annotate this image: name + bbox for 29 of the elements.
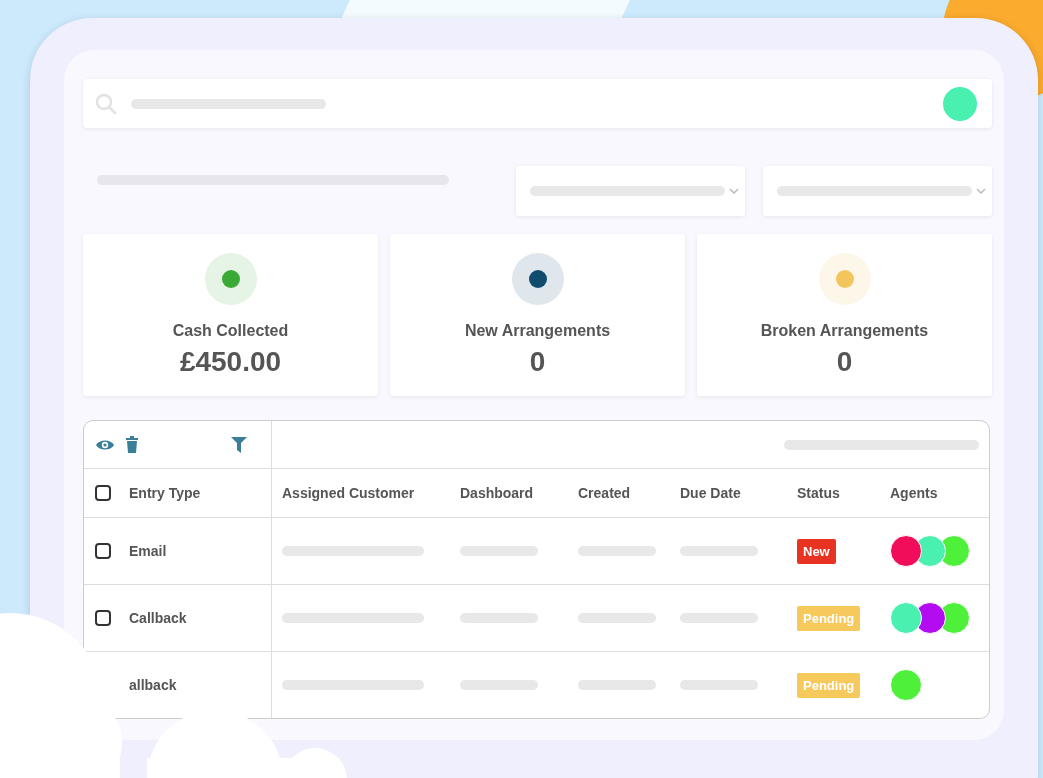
- filter-icon[interactable]: [231, 436, 247, 453]
- chevron-down-icon: [976, 188, 986, 194]
- dot-icon: [204, 253, 257, 305]
- stat-value: 0: [529, 346, 546, 378]
- column-header: Dashboard: [460, 485, 534, 501]
- column-header: Entry Type: [129, 485, 201, 501]
- checkbox[interactable]: [95, 610, 111, 626]
- column-header: Due Date: [680, 485, 741, 501]
- trash-icon[interactable]: [125, 436, 139, 453]
- table-cell: Callback: [129, 610, 187, 626]
- checkbox[interactable]: [95, 485, 111, 501]
- table-cell: Email: [129, 543, 167, 559]
- checkbox[interactable]: [95, 543, 111, 559]
- stat-label: Cash Collected: [172, 322, 289, 340]
- search-icon: [95, 92, 117, 115]
- status-badge: New: [797, 538, 836, 564]
- dot-icon: [511, 253, 564, 305]
- stat-label: Broken Arrangements: [760, 322, 929, 340]
- column-header: Status: [797, 485, 840, 501]
- status-badge: Pending: [797, 672, 861, 698]
- stat-value: £450.00: [179, 346, 282, 378]
- status-badge: Pending: [797, 605, 861, 631]
- column-header: Assigned Customer: [282, 485, 415, 501]
- stat-value: 0: [836, 346, 853, 378]
- table-cell: allback: [129, 677, 177, 693]
- column-header: Agents: [890, 485, 938, 501]
- chevron-down-icon: [729, 188, 739, 194]
- column-header: Created: [578, 485, 631, 501]
- stat-label: New Arrangements: [464, 322, 611, 340]
